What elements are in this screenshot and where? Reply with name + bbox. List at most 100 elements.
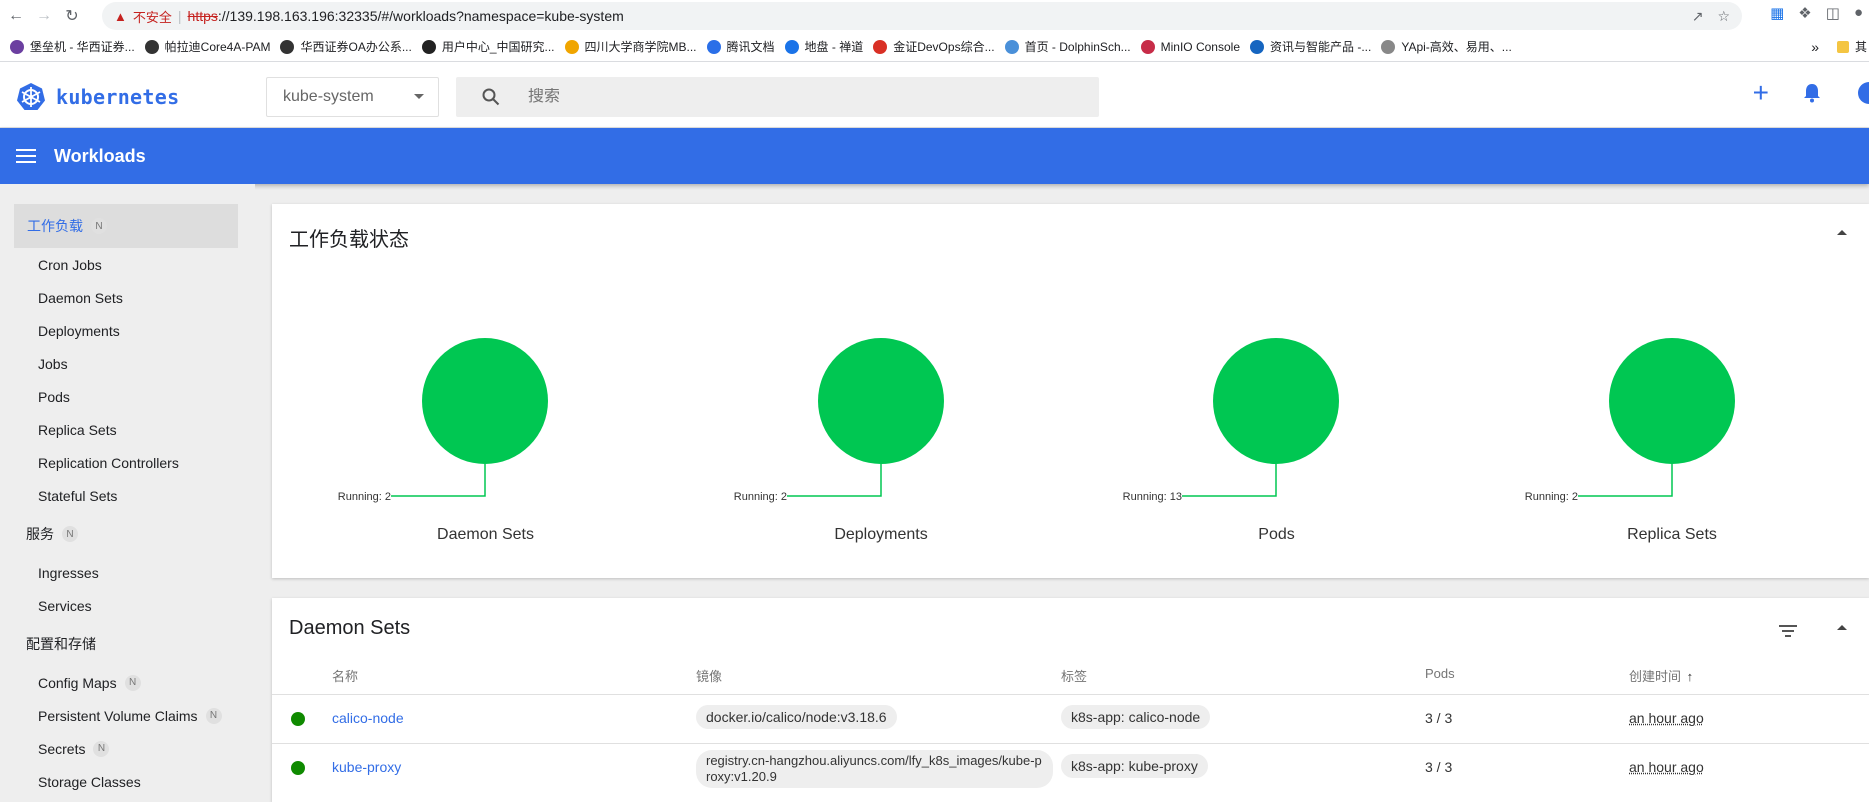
collapse-icon[interactable] — [1837, 625, 1847, 630]
search-input[interactable] — [528, 88, 1088, 106]
sidebar-item[interactable]: Cron Jobs — [0, 248, 255, 281]
running-slice[interactable] — [422, 338, 548, 464]
column-header-created[interactable]: 创建时间 ↑ — [1629, 666, 1693, 685]
slice-leader-line — [391, 464, 486, 497]
bookmark-label: 资讯与智能产品 -... — [1270, 40, 1372, 54]
bookmark-item[interactable]: 地盘 - 禅道 — [784, 38, 863, 55]
bookmark-favicon-icon — [784, 39, 799, 54]
sidebar-item[interactable]: Jobs — [0, 347, 255, 380]
other-bookmarks-folder[interactable]: 其 — [1836, 38, 1867, 55]
sidebar-section-services[interactable]: 服务 N — [0, 512, 255, 556]
running-slice[interactable] — [1213, 338, 1339, 464]
label-chip: k8s-app: calico-node — [1061, 705, 1211, 729]
share-icon[interactable]: ↗ — [1692, 8, 1704, 25]
notifications-bell-icon[interactable] — [1803, 83, 1821, 103]
namespaced-badge: N — [93, 740, 110, 757]
extensions-icon[interactable]: ❖ — [1798, 4, 1811, 22]
insecure-label: 不安全 — [132, 9, 172, 25]
status-pie-chart: Running: 2 — [338, 338, 548, 503]
sidebar-section-workloads[interactable]: 工作负载 N — [14, 204, 238, 248]
daemonsets-card: Daemon Sets 名称 镜像 标签 Pods 创建时间 ↑ calico-… — [272, 598, 1869, 802]
sidebar-item[interactable]: Storage Classes — [0, 765, 255, 798]
sidebar-item[interactable]: Persistent Volume Claims N — [0, 699, 255, 732]
sort-ascending-icon: ↑ — [1686, 669, 1694, 684]
status-ok-icon — [291, 712, 305, 726]
column-header-created-label: 创建时间 — [1629, 669, 1682, 684]
bookmark-item[interactable]: 腾讯文档 — [706, 38, 775, 55]
sidebar-item[interactable]: Secrets N — [0, 732, 255, 765]
sidebar-item[interactable]: Services — [0, 589, 255, 622]
bookmark-item[interactable]: 华西证券OA办公系... — [280, 38, 412, 55]
column-header-name[interactable]: 名称 — [332, 666, 358, 685]
chart-name: Pods — [1258, 526, 1295, 543]
running-slice[interactable] — [817, 338, 944, 464]
status-chart: Running: 13 Pods — [1063, 204, 1458, 582]
bookmarks-overflow-icon[interactable]: » — [1811, 39, 1819, 55]
bookmark-item[interactable]: MinIO Console — [1140, 39, 1240, 54]
bookmark-label: 四川大学商学院MB... — [584, 40, 697, 54]
sidebar-item[interactable]: Daemon Sets — [0, 281, 255, 314]
running-slice[interactable] — [1608, 338, 1735, 464]
sidebar-section-label: 服务 — [26, 526, 54, 542]
profile-icon[interactable]: ● — [1854, 4, 1863, 22]
status-pie-chart: Running: 2 — [1524, 338, 1735, 503]
address-bar[interactable]: ▲ 不安全 | https ://139.198.163.196:32335/#… — [102, 2, 1742, 30]
sidebar-item-label: Services — [38, 597, 92, 614]
account-icon[interactable] — [1855, 82, 1869, 104]
running-count-label: Running: 2 — [733, 491, 786, 503]
sidebar-item-label: Jobs — [38, 355, 68, 372]
create-plus-icon[interactable]: + — [1753, 79, 1769, 107]
namespace-value: kube-system — [283, 88, 374, 105]
bookmark-favicon-icon — [706, 39, 721, 54]
namespaced-badge: N — [91, 218, 107, 234]
namespace-select[interactable]: kube-system — [266, 77, 439, 117]
app-header: kubernetes kube-system + — [0, 62, 1869, 128]
sidebar-section-config[interactable]: 配置和存储 — [0, 622, 255, 666]
bookmark-item[interactable]: 四川大学商学院MB... — [564, 38, 697, 55]
sidebar-item[interactable]: Pods — [0, 380, 255, 413]
kubernetes-logo[interactable]: kubernetes — [16, 82, 179, 112]
bookmark-label: MinIO Console — [1160, 39, 1240, 54]
bookmark-item[interactable]: 用户中心_中国研究... — [421, 38, 555, 55]
side-panel-icon[interactable]: ◫ — [1826, 4, 1840, 22]
translate-icon[interactable]: ▦ — [1770, 4, 1784, 22]
bookmark-star-icon[interactable]: ☆ — [1717, 8, 1730, 25]
forward-icon[interactable]: → — [32, 4, 56, 28]
created-time: an hour ago — [1629, 710, 1704, 726]
search-bar[interactable] — [456, 77, 1099, 117]
filter-icon[interactable] — [1779, 622, 1797, 640]
sidebar-item[interactable]: Deployments — [0, 314, 255, 347]
bookmark-item[interactable]: 金证DevOps综合... — [873, 38, 995, 55]
bookmark-favicon-icon — [1381, 39, 1396, 54]
workload-status-card: 工作负载状态 Running: 2 Daemon Sets Running: 2 De… — [272, 204, 1869, 578]
sidebar-item[interactable]: Config Maps N — [0, 666, 255, 699]
bookmark-item[interactable]: 堡垒机 - 华西证券... — [10, 38, 135, 55]
sidebar-item-label: Replication Controllers — [38, 454, 179, 471]
pods-count: 3 / 3 — [1425, 759, 1453, 775]
hamburger-menu-icon[interactable] — [16, 145, 36, 167]
sidebar-item[interactable]: Replica Sets — [0, 413, 255, 446]
bookmark-favicon-icon — [1140, 39, 1155, 54]
running-count-label: Running: 13 — [1123, 491, 1182, 503]
status-pie-chart: Running: 13 — [1123, 338, 1339, 503]
sidebar-item[interactable]: Ingresses — [0, 556, 255, 589]
status-pie-chart: Running: 2 — [733, 338, 944, 503]
sidebar-item[interactable]: Replication Controllers — [0, 446, 255, 479]
bookmark-item[interactable]: 帕拉迪Core4A-PAM — [144, 38, 270, 55]
bookmark-item[interactable]: YApi-高效、易用、... — [1381, 38, 1512, 55]
sidebar-item[interactable]: Stateful Sets — [0, 479, 255, 512]
label-chip: k8s-app: kube-proxy — [1061, 754, 1208, 778]
brand-name: kubernetes — [56, 85, 180, 109]
column-header-pods: Pods — [1425, 666, 1455, 681]
reload-icon[interactable]: ↻ — [60, 4, 84, 28]
sidebar-nav: 工作负载 N Cron Jobs Daemon Sets Deployments Jo… — [0, 184, 255, 802]
sidebar-section-label: 配置和存储 — [26, 636, 96, 652]
bookmark-item[interactable]: 首页 - DolphinSch... — [1004, 38, 1131, 55]
bookmark-item[interactable]: 资讯与智能产品 -... — [1250, 38, 1371, 55]
resource-name-link[interactable]: kube-proxy — [332, 759, 401, 775]
back-icon[interactable]: ← — [4, 4, 28, 28]
image-chip: registry.cn-hangzhou.aliyuncs.com/lfy_k8… — [696, 750, 1053, 788]
bookmark-label: 用户中心_中国研究... — [441, 40, 555, 54]
sidebar-item-label: Deployments — [38, 322, 120, 339]
resource-name-link[interactable]: calico-node — [332, 710, 404, 726]
